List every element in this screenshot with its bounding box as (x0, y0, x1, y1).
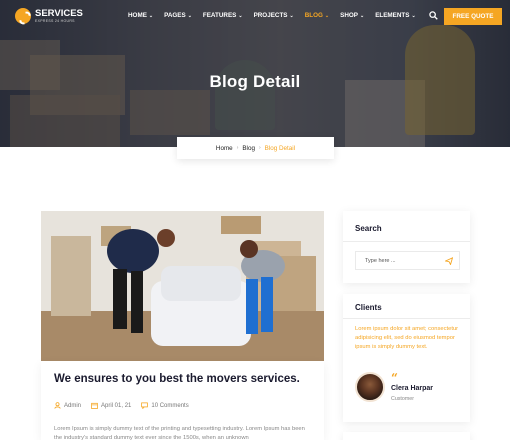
menu-item-label: ELEMENTS (375, 12, 410, 19)
breadcrumb-home[interactable]: Home (216, 145, 233, 152)
free-quote-button[interactable]: FREE QUOTE (444, 8, 502, 25)
breadcrumb: Home › Blog › Blog Detail (177, 137, 334, 159)
brand-tagline: EXPRESS 24 HOURS (35, 18, 75, 23)
next-widget (343, 432, 470, 440)
post-card: We ensures to you best the movers servic… (41, 361, 324, 440)
breadcrumb-separator-icon: › (258, 145, 261, 151)
menu-item-features[interactable]: FEATURES ⌄ (203, 12, 243, 19)
menu-item-label: PAGES (164, 12, 186, 19)
menu-item-projects[interactable]: PROJECTS ⌄ (254, 12, 294, 19)
page-title: Blog Detail (209, 72, 301, 91)
search-widget: Search Type here ... (343, 211, 470, 283)
client-testimonial-text: Lorem ipsum dolor sit amet; consectetur … (355, 326, 459, 350)
sidebar-search-input[interactable]: Type here ... (355, 251, 460, 270)
menu-item-label: PROJECTS (253, 12, 288, 19)
chevron-down-icon: ⌄ (148, 13, 154, 19)
clients-widget: Clients Lorem ipsum dolor sit amet; cons… (343, 294, 470, 422)
client-avatar (355, 372, 385, 402)
search-widget-title: Search (355, 224, 382, 233)
chevron-down-icon: ⌄ (359, 13, 365, 19)
send-icon[interactable] (445, 257, 453, 265)
logo-icon (15, 8, 31, 24)
comment-icon (141, 402, 149, 409)
menu-item-label: SHOP (340, 12, 358, 19)
client-name: Clera Harpar (391, 385, 434, 392)
post-date-label: April 01, 21 (101, 402, 132, 409)
menu-item-elements[interactable]: ELEMENTS ⌄ (375, 12, 416, 19)
breadcrumb-separator-icon: › (236, 145, 239, 151)
main-menu: HOME ⌄ PAGES ⌄ FEATURES ⌄ PROJECTS ⌄ BLOG ⌄ S… (128, 12, 427, 19)
calendar-icon (91, 402, 98, 409)
chevron-down-icon: ⌄ (411, 13, 416, 19)
post-author[interactable]: Admin (54, 402, 81, 409)
post-excerpt: Lorem Ipsum is simply dummy text of the … (54, 426, 305, 440)
chevron-down-icon: ⌄ (238, 13, 243, 19)
menu-item-label: FEATURES (202, 12, 237, 19)
brand-name: SERVICES (35, 7, 83, 19)
menu-item-label: HOME (128, 12, 147, 19)
client-role: Customer (391, 396, 414, 402)
divider (343, 241, 470, 242)
divider (343, 318, 470, 319)
search-placeholder: Type here ... (365, 257, 396, 264)
menu-item-shop[interactable]: SHOP ⌄ (340, 12, 364, 19)
top-navigation: SERVICES EXPRESS 24 HOURS HOME ⌄ PAGES ⌄ F… (0, 0, 510, 32)
menu-item-label: BLOG (304, 12, 323, 19)
post-featured-image[interactable] (41, 211, 324, 361)
movers-photo-illustration (41, 211, 324, 361)
breadcrumb-blog[interactable]: Blog (242, 145, 255, 152)
chevron-down-icon: ⌄ (324, 13, 330, 19)
post-title[interactable]: We ensures to you best the movers servic… (54, 373, 300, 385)
post-comments[interactable]: 10 Comments (141, 402, 189, 409)
breadcrumb-current: Blog Detail (264, 144, 296, 152)
menu-item-pages[interactable]: PAGES ⌄ (164, 12, 192, 19)
post-date: April 01, 21 (91, 402, 131, 409)
user-icon (54, 402, 61, 409)
search-icon[interactable] (429, 11, 438, 20)
chevron-down-icon: ⌄ (187, 13, 192, 19)
chevron-down-icon: ⌄ (289, 13, 294, 19)
post-meta: Admin April 01, 21 10 Comments (54, 402, 199, 409)
menu-item-blog[interactable]: BLOG ⌄ (305, 12, 329, 19)
post-author-label: Admin (64, 402, 82, 409)
post-comments-label: 10 Comments (151, 402, 189, 409)
clients-widget-title: Clients (355, 303, 382, 312)
menu-item-home[interactable]: HOME ⌄ (128, 12, 153, 19)
quote-icon: “ (391, 371, 398, 385)
site-logo[interactable]: SERVICES EXPRESS 24 HOURS (15, 8, 83, 24)
